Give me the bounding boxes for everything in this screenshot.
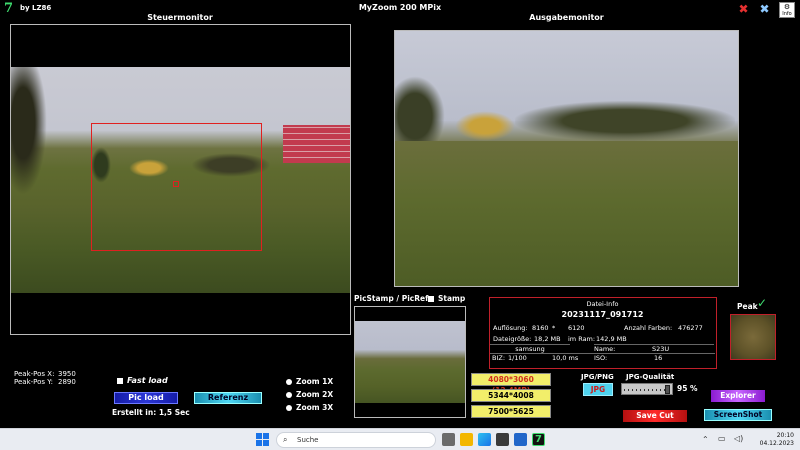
peak-pos-y-label: Peak-Pos Y: (14, 378, 53, 386)
peak-thumbnail[interactable] (730, 314, 776, 360)
taskbar: ⌕ Suche 7 ⌃ ▭ ◁) 20:10 04.12.2023 (0, 428, 800, 450)
control-monitor-image[interactable] (11, 67, 350, 293)
info-label: Info (782, 11, 792, 17)
filesize-value: 18,2 MB (534, 335, 561, 343)
stamp-check-icon (428, 296, 434, 302)
task-view-icon[interactable] (442, 433, 455, 446)
file-info-filename: 20231117_091712 (561, 310, 644, 319)
radio-icon (286, 379, 292, 385)
pic-load-button[interactable]: Pic load (114, 392, 178, 404)
peak-pos-y-value: 2890 (58, 378, 76, 386)
taskbar-time[interactable]: 20:10 (762, 432, 794, 439)
resolution-height: 6120 (568, 324, 585, 332)
quality-slider[interactable] (621, 383, 673, 395)
output-meadow (395, 141, 738, 286)
zoom-3x-radio[interactable]: Zoom 3X (286, 403, 333, 412)
ram-value: 142,9 MB (596, 335, 627, 343)
save-cut-button[interactable]: Save Cut (623, 410, 687, 422)
output-monitor-title: Ausgabemonitor (529, 13, 604, 22)
quality-slider-ticks (624, 389, 670, 391)
peak-pos-x-label: Peak-Pos X: (14, 370, 55, 378)
output-tree-yellow (455, 111, 515, 141)
search-placeholder: Suche (297, 436, 319, 444)
quality-value: 95 % (677, 384, 698, 393)
network-icon[interactable]: ▭ (718, 434, 726, 443)
control-monitor-title: Steuermonitor (147, 13, 213, 22)
file-info-panel: Datei-Info 20231117_091712 Auflösung: 81… (489, 297, 717, 369)
peak-marker (173, 181, 179, 187)
resolution-12mp-button[interactable]: 4080*3060 (12,4MP) (471, 373, 551, 395)
output-monitor-image[interactable] (394, 30, 739, 287)
resolution-times: * (552, 324, 556, 332)
zoom-selection-rect[interactable] (91, 123, 262, 251)
building-windows (283, 125, 350, 163)
stamp-label: Stamp (438, 294, 466, 303)
peak-pos-x-value: 3950 (58, 370, 76, 378)
peak-label: Peak (737, 302, 758, 311)
windows-start-icon[interactable] (256, 433, 269, 446)
radio-icon (286, 392, 292, 398)
zoom-3x-label: Zoom 3X (296, 403, 334, 412)
zoom-1x-radio[interactable]: Zoom 1X (286, 377, 333, 386)
zoom-1x-label: Zoom 1X (296, 377, 334, 386)
picstamp-image (355, 321, 465, 403)
file-info-title: Datei-Info (586, 300, 619, 308)
screenshot-button[interactable]: ScreenShot (704, 409, 772, 421)
peak-check-icon: ✓ (757, 296, 768, 310)
zoom-2x-label: Zoom 2X (296, 390, 334, 399)
taskbar-date[interactable]: 04.12.2023 (756, 440, 794, 447)
radio-icon (286, 405, 292, 411)
zoom-2x-radio[interactable]: Zoom 2X (286, 390, 333, 399)
fast-load-label: Fast load (127, 376, 168, 385)
quality-slider-thumb[interactable] (664, 385, 670, 394)
picstamp-title: PicStamp / PicRef (354, 294, 429, 303)
name-value: S23U (652, 345, 670, 353)
info-button[interactable]: ⚙ Info (779, 2, 795, 18)
output-tree-row (515, 101, 735, 141)
search-icon: ⌕ (283, 435, 288, 444)
control-monitor[interactable] (10, 24, 351, 335)
fast-load-check-icon (117, 377, 123, 384)
biz-value: 1/100 (508, 354, 527, 362)
explorer-button[interactable]: Explorer (711, 390, 765, 402)
volume-icon[interactable]: ◁) (734, 434, 743, 443)
filesize-label: Dateigröße: (493, 335, 532, 343)
store-icon[interactable] (496, 433, 509, 446)
created-time-label: Erstellt in: 1,5 Sec (112, 408, 190, 417)
myzoom-app-icon[interactable]: 7 (532, 433, 545, 446)
exposure-value: 10,0 ms (552, 354, 579, 362)
chevron-up-icon[interactable]: ⌃ (702, 435, 709, 444)
iso-value: 16 (654, 354, 663, 362)
tree-left (11, 67, 51, 207)
mail-icon[interactable] (514, 433, 527, 446)
settings-icon[interactable]: ✖ (758, 3, 771, 16)
resolution-label: Auflösung: (493, 324, 528, 332)
stamp-checkbox[interactable]: Stamp (428, 294, 465, 303)
file-explorer-icon[interactable] (460, 433, 473, 446)
colors-label: Anzahl Farben: (624, 324, 673, 332)
resolution-width: 8160 (532, 324, 549, 332)
maker-value: samsung (490, 344, 570, 353)
biz-label: BIZ: (492, 354, 506, 362)
iso-label: ISO: (594, 354, 608, 362)
colors-value: 476277 (678, 324, 703, 332)
fast-load-checkbox[interactable]: Fast load (117, 376, 168, 385)
picstamp-preview[interactable] (354, 306, 466, 418)
resolution-42mp-button[interactable]: 7500*5625 (42MP) (471, 405, 551, 427)
referenz-button[interactable]: Referenz (194, 392, 262, 404)
quality-label: JPG-Qualität (626, 373, 675, 381)
resolution-21mp-button[interactable]: 5344*4008 (21MP) (471, 389, 551, 411)
taskbar-search-input[interactable]: ⌕ Suche (276, 432, 436, 448)
ram-label: im Ram: (568, 335, 596, 343)
format-label: JPG/PNG (581, 373, 614, 381)
app-title: MyZoom 200 MPix (358, 3, 442, 12)
format-jpg-button[interactable]: JPG (583, 383, 613, 396)
edge-icon[interactable] (478, 433, 491, 446)
